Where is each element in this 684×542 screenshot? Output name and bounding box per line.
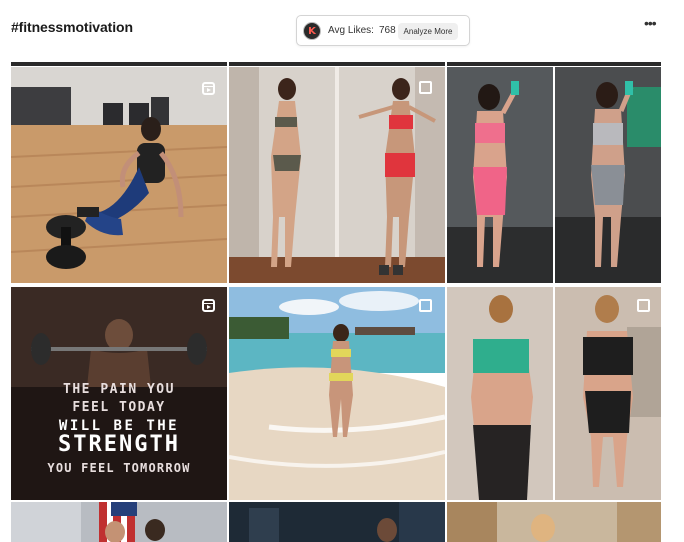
quote-line-1: THE PAIN YOU — [63, 382, 175, 397]
row-divider — [447, 62, 661, 66]
quote-line-4: STRENGTH — [58, 432, 180, 457]
post-thumbnail-9[interactable] — [447, 502, 661, 542]
hashtag-page: #fitnessmotivation K Avg Likes: 768 Anal… — [0, 0, 684, 542]
avatar-letter: K — [308, 25, 316, 37]
post-image-3 — [447, 67, 661, 283]
post-thumbnail-3[interactable] — [447, 67, 661, 283]
post-image-5 — [229, 287, 445, 500]
post-thumbnail-1[interactable] — [11, 67, 227, 283]
account-avatar[interactable]: K — [303, 22, 321, 40]
post-image-9 — [447, 502, 661, 542]
post-image-1 — [11, 67, 227, 283]
square-icon — [637, 299, 650, 312]
quote-line-5: YOU FEEL TOMORROW — [47, 461, 191, 475]
post-image-8 — [229, 502, 445, 542]
square-icon — [419, 299, 432, 312]
more-options-icon[interactable]: ••• — [644, 15, 657, 31]
square-icon — [419, 81, 432, 94]
post-thumbnail-2[interactable] — [229, 67, 445, 283]
reel-icon — [202, 299, 215, 312]
quote-line-2: FEEL TODAY — [72, 400, 166, 415]
post-thumbnail-4[interactable]: THE PAIN YOU FEEL TODAY WILL BE THE STRE… — [11, 287, 227, 500]
row-divider — [229, 62, 445, 66]
avg-likes-value: 768 — [379, 25, 396, 36]
post-thumbnail-5[interactable] — [229, 287, 445, 500]
post-image-6 — [447, 287, 661, 500]
avg-likes-panel: K Avg Likes: 768 Analyze More — [296, 15, 470, 46]
post-thumbnail-8[interactable] — [229, 502, 445, 542]
post-image-7 — [11, 502, 227, 542]
post-image-2 — [229, 67, 445, 283]
hashtag-title: #fitnessmotivation — [11, 19, 133, 35]
row-divider — [11, 62, 227, 66]
avg-likes-label: Avg Likes: — [328, 25, 374, 36]
post-thumbnail-6[interactable] — [447, 287, 661, 500]
reel-icon — [202, 82, 215, 95]
analyze-more-button[interactable]: Analyze More — [398, 23, 458, 40]
header: #fitnessmotivation K Avg Likes: 768 Anal… — [0, 0, 684, 62]
post-thumbnail-7[interactable] — [11, 502, 227, 542]
